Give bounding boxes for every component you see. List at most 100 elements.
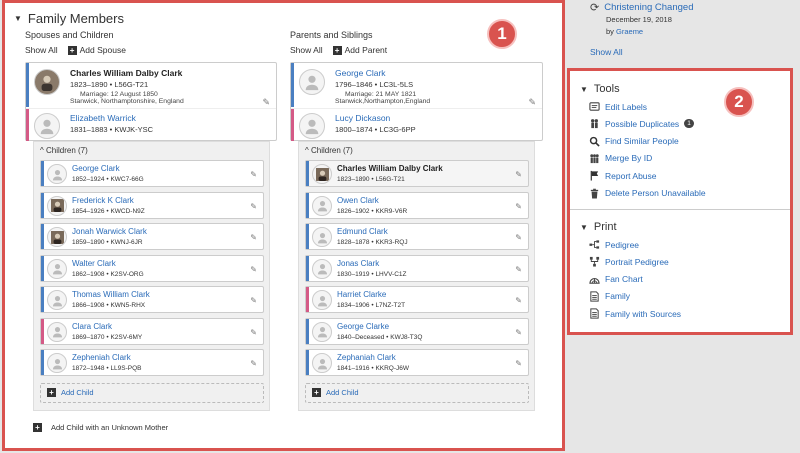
edit-icon[interactable]: ✎ (515, 170, 522, 179)
edit-icon[interactable]: ✎ (262, 97, 270, 108)
print-item-family[interactable]: Family (589, 291, 630, 302)
child-name[interactable]: Charles William Dalby Clark (337, 164, 443, 173)
male-bar (306, 350, 309, 375)
edit-icon[interactable]: ✎ (250, 170, 257, 179)
print-item-pedigree[interactable]: Pedigree (589, 239, 639, 250)
tools-item-merge-by-id[interactable]: Merge By ID (589, 153, 652, 164)
change-user-link[interactable]: Graeme (616, 27, 643, 36)
add-spouse-button[interactable]: + Add Spouse (67, 45, 126, 55)
person-lucy[interactable]: Lucy Dickason 1800–1874 • LC3G-6PP (291, 108, 542, 141)
child-name[interactable]: George Clark (72, 164, 120, 173)
show-all-parents-link[interactable]: Show All (290, 45, 323, 55)
add-child-button[interactable]: + Add Child (305, 382, 529, 403)
change-date: December 19, 2018 (606, 15, 672, 24)
child-name[interactable]: Walter Clark (72, 259, 116, 268)
edit-icon[interactable]: ✎ (515, 202, 522, 211)
print-item-fan-chart[interactable]: Fan Chart (589, 274, 643, 285)
edit-icon[interactable]: ✎ (515, 359, 522, 368)
child-name[interactable]: Zephaniah Clark (337, 353, 396, 362)
child-name[interactable]: Frederick K Clark (72, 196, 134, 205)
children-list-left: ^ Children (7) George Clark 1852–1924 • K… (33, 141, 270, 411)
child-name[interactable]: Jonah Warwick Clark (72, 227, 147, 236)
child-name[interactable]: Zepheniah Clark (72, 353, 131, 362)
tools-header[interactable]: ▼ Tools (580, 83, 620, 95)
child-card[interactable]: George Clarke 1840–Deceased • KWJ8-T3Q ✎ (305, 317, 529, 345)
child-card[interactable]: Charles William Dalby Clark 1823–1890 • L… (305, 160, 529, 187)
person-elizabeth[interactable]: Elizabeth Warrick 1831–1883 • KWJK-YSC (26, 108, 276, 141)
portrait-pedigree-icon (589, 256, 600, 267)
item-label: Portrait Pedigree (605, 256, 669, 267)
child-dates-row: 1828–1878 • KKR3-RQJ (337, 239, 408, 246)
change-item-link[interactable]: Christening Changed (604, 2, 693, 13)
person-charles[interactable]: Charles William Dalby Clark 1823–1890 • … (26, 63, 276, 107)
child-name[interactable]: Thomas William Clark (72, 290, 150, 299)
tools-item-possible-duplicates[interactable]: Possible Duplicates 1 (589, 118, 694, 129)
child-dates-row: 1826–1902 • KKR9-V6R (337, 207, 408, 215)
male-bar (41, 224, 44, 249)
child-card[interactable]: Walter Clark 1862–1908 • K2SV-ORG ✎ (40, 254, 264, 282)
tools-item-delete-person-unavailable[interactable]: Delete Person Unavailable (589, 188, 706, 199)
child-name[interactable]: Harriet Clarke (337, 290, 386, 299)
child-card[interactable]: Owen Clark 1826–1902 • KKR9-V6R ✎ (305, 191, 529, 219)
print-item-portrait-pedigree[interactable]: Portrait Pedigree (589, 256, 669, 267)
edit-icon[interactable]: ✎ (515, 296, 522, 305)
add-child-button[interactable]: + Add Child (40, 382, 264, 403)
child-name[interactable]: Owen Clark (337, 196, 379, 205)
tools-item-edit-labels[interactable]: Edit Labels (589, 101, 647, 112)
edit-icon[interactable]: ✎ (528, 97, 536, 108)
child-name[interactable]: Jonas Clark (337, 259, 379, 268)
show-all-spouses-link[interactable]: Show All (25, 45, 58, 55)
child-name[interactable]: George Clarke (337, 322, 389, 331)
edit-icon[interactable]: ✎ (515, 233, 522, 242)
person-id: LC3L-5LS (379, 80, 414, 89)
edit-icon[interactable]: ✎ (515, 265, 522, 274)
child-name[interactable]: Edmund Clark (337, 227, 388, 236)
child-id: KKRQ-J6W (375, 365, 410, 372)
print-header[interactable]: ▼ Print (580, 221, 617, 233)
child-dates-row: 1830–1919 • LHVV-C1Z (337, 270, 407, 278)
changes-show-all-link[interactable]: Show All (590, 47, 623, 57)
add-spouse-label: Add Spouse (79, 45, 126, 55)
edit-icon[interactable]: ✎ (250, 265, 257, 274)
male-bar (306, 192, 309, 218)
tools-item-find-similar-people[interactable]: Find Similar People (589, 136, 679, 147)
person-name[interactable]: George Clark (335, 68, 430, 78)
collapse-triangle-icon[interactable]: ▼ (14, 14, 22, 23)
child-card[interactable]: Zephaniah Clark 1841–1916 • KKRQ-J6W ✎ (305, 349, 529, 376)
child-card[interactable]: Jonah Warwick Clark 1859–1890 • KWNJ-6JR ✎ (40, 223, 264, 250)
person-silhouette-icon (312, 290, 332, 310)
child-card[interactable]: Zepheniah Clark 1872–1948 • LL9S-PQB ✎ (40, 349, 264, 376)
child-card[interactable]: Clara Clark 1869–1870 • K2SV-6MY ✎ (40, 317, 264, 345)
child-card[interactable]: George Clark 1852–1924 • KWC7-66G ✎ (40, 160, 264, 187)
child-card[interactable]: Jonas Clark 1830–1919 • LHVV-C1Z ✎ (305, 254, 529, 282)
edit-icon[interactable]: ✎ (250, 359, 257, 368)
child-card[interactable]: Edmund Clark 1828–1878 • KKR3-RQJ ✎ (305, 223, 529, 250)
children-toggle[interactable]: ^ Children (7) (305, 146, 353, 155)
collapse-triangle-icon[interactable]: ▼ (580, 223, 588, 232)
child-name[interactable]: Clara Clark (72, 322, 112, 331)
edit-icon[interactable]: ✎ (250, 328, 257, 337)
add-parent-button[interactable]: + Add Parent (332, 45, 387, 55)
person-silhouette-icon (47, 290, 67, 310)
person-george-father[interactable]: George Clark 1796–1846 • LC3L-5LS Marria… (291, 63, 542, 107)
edit-icon[interactable]: ✎ (515, 328, 522, 337)
person-name[interactable]: Lucy Dickason (335, 113, 416, 123)
child-dates: 1840–Deceased (337, 333, 385, 341)
child-card[interactable]: Harriet Clarke 1834–1906 • L7NZ-T2T ✎ (305, 286, 529, 313)
edit-icon[interactable]: ✎ (250, 202, 257, 211)
item-label: Edit Labels (605, 101, 648, 112)
child-card[interactable]: Thomas William Clark 1866–1908 • KWN5-RHX… (40, 286, 264, 313)
edit-icon[interactable]: ✎ (250, 233, 257, 242)
collapse-triangle-icon[interactable]: ▼ (580, 85, 588, 94)
print-item-family-with-sources[interactable]: Family with Sources (589, 308, 681, 319)
person-name[interactable]: Elizabeth Warrick (70, 113, 153, 123)
document-icon (589, 308, 600, 319)
add-child-unknown-mother-button[interactable]: + Add Child with an Unknown Mother (33, 423, 168, 432)
children-toggle[interactable]: ^ Children (7) (40, 146, 88, 155)
tools-item-report-abuse[interactable]: Report Abuse (589, 170, 657, 181)
edit-icon[interactable]: ✎ (250, 296, 257, 305)
child-card[interactable]: Frederick K Clark 1854–1926 • KWCD-N9Z ✎ (40, 191, 264, 219)
children-list-right: ^ Children (7) Charles William Dalby Cla… (298, 141, 535, 411)
family-members-header[interactable]: ▼ Family Members (14, 11, 124, 26)
male-bar (26, 63, 29, 107)
